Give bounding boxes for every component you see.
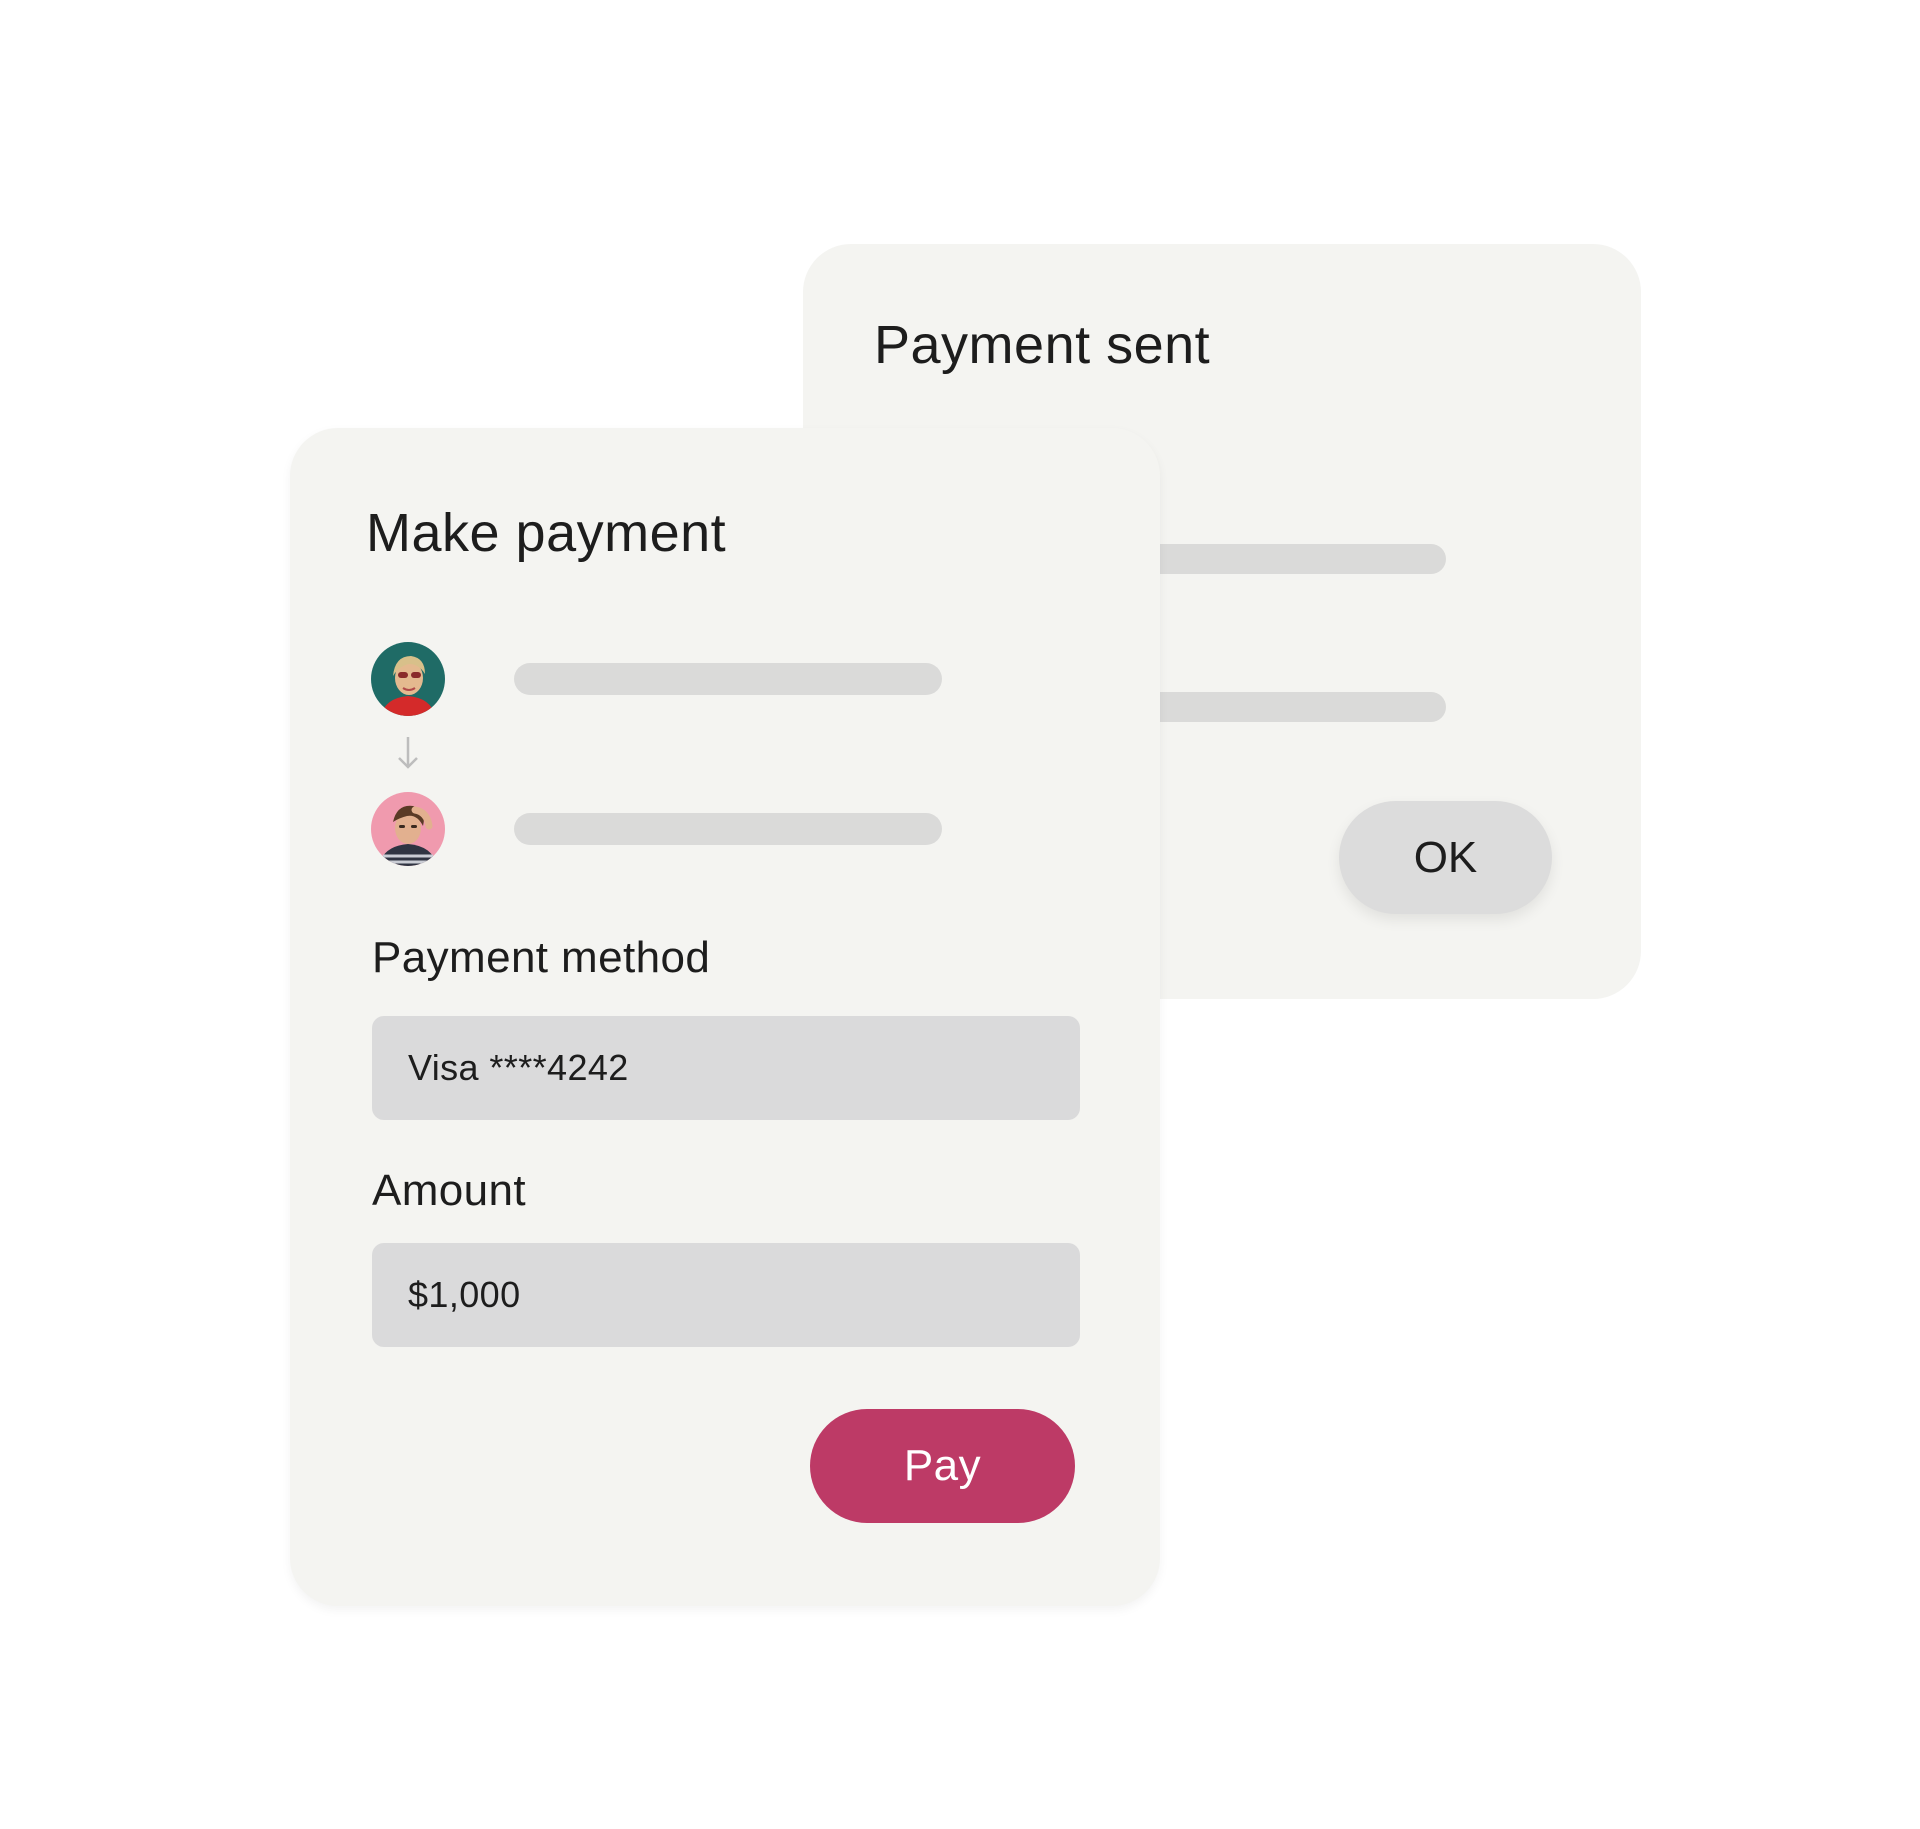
payment-illustration: Payment sent OK Make payment Payment met… — [0, 0, 1920, 1829]
payment-method-field[interactable]: Visa ****4242 — [372, 1016, 1080, 1120]
make-payment-dialog: Make payment Payment method Visa ****424… — [290, 428, 1160, 1606]
pay-button[interactable]: Pay — [810, 1409, 1075, 1523]
recipient-avatar — [371, 792, 445, 866]
person-avatar-icon — [371, 642, 445, 716]
ok-button[interactable]: OK — [1339, 801, 1552, 914]
recipient-name-placeholder — [514, 813, 942, 845]
amount-label: Amount — [372, 1166, 527, 1215]
person-avatar-icon — [371, 792, 445, 866]
amount-field[interactable]: $1,000 — [372, 1243, 1080, 1347]
sender-name-placeholder — [514, 663, 942, 695]
sender-avatar — [371, 642, 445, 716]
make-payment-title: Make payment — [366, 503, 727, 563]
arrow-down-icon — [398, 737, 418, 769]
payment-sent-title: Payment sent — [874, 315, 1211, 375]
payment-method-label: Payment method — [372, 933, 711, 982]
